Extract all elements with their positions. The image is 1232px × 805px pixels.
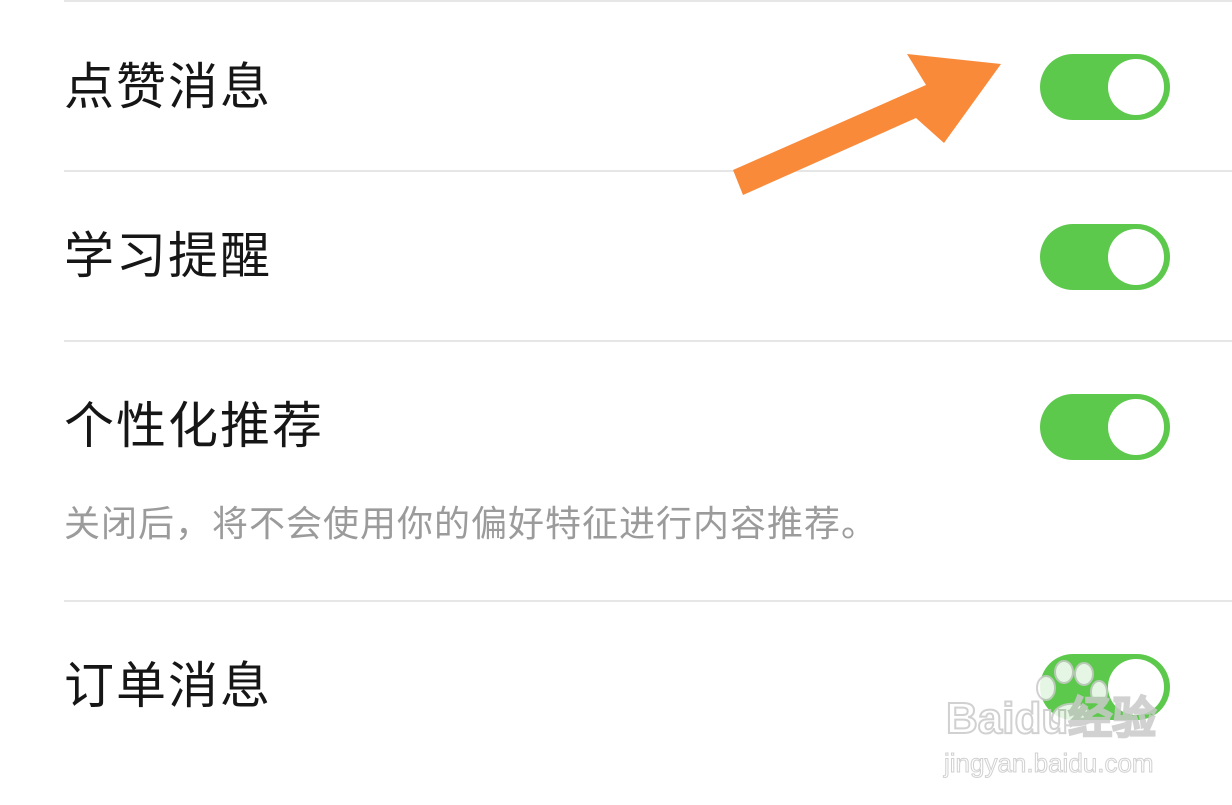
setting-label-order-messages: 订单消息 (64, 657, 272, 715)
watermark-brand: Baidu经验 (945, 693, 1157, 744)
setting-description-personalized-recommendations: 关闭后，将不会使用你的偏好特征进行内容推荐。 (64, 504, 879, 545)
toggle-knob (1108, 399, 1164, 455)
toggle-study-reminder[interactable] (1040, 224, 1170, 290)
toggle-knob (1108, 59, 1164, 115)
setting-row-personalized-recommendations: 个性化推荐 关闭后，将不会使用你的偏好特征进行内容推荐。 (0, 342, 1232, 600)
setting-label-like-messages: 点赞消息 (64, 58, 272, 116)
baidu-watermark: Baidu经验 jingyan.baidu.com (940, 660, 1180, 790)
setting-row-like-messages: 点赞消息 (0, 2, 1232, 170)
toggle-personalized-recommendations[interactable] (1040, 394, 1170, 460)
toggle-like-messages[interactable] (1040, 54, 1170, 120)
setting-row-study-reminder: 学习提醒 (0, 172, 1232, 340)
setting-label-personalized-recommendations: 个性化推荐 (64, 397, 324, 455)
setting-label-study-reminder: 学习提醒 (64, 227, 272, 285)
watermark-url: jingyan.baidu.com (944, 748, 1155, 779)
toggle-knob (1108, 229, 1164, 285)
